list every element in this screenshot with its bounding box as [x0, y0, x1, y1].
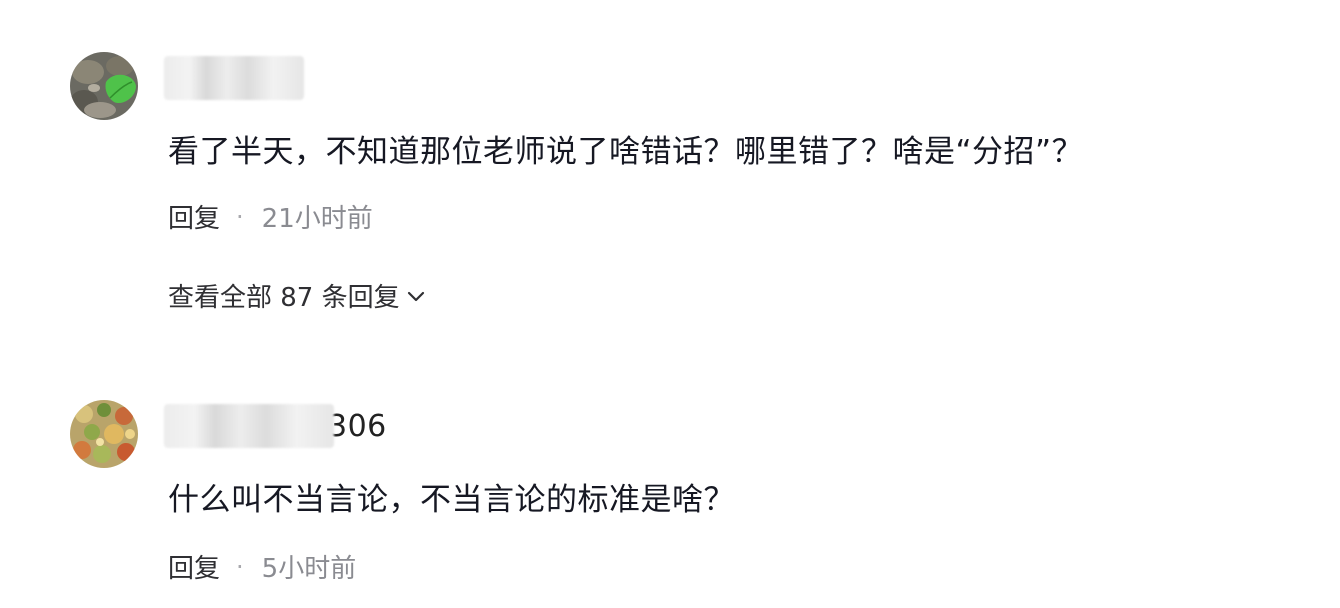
leaf-photo-avatar-icon — [70, 52, 138, 120]
timestamp: 21小时前 — [261, 204, 373, 234]
username-visible-part: 306 — [328, 408, 387, 444]
avatar[interactable] — [70, 52, 138, 120]
comment-meta: 回复 · 21小时前 — [168, 198, 373, 235]
comment-text: 看了半天，不知道那位老师说了啥错话？哪里错了？啥是“分招”？ — [168, 134, 1084, 170]
food-photo-avatar-icon — [70, 400, 138, 468]
username-redacted — [164, 56, 304, 100]
comment-meta: 回复 · 5小时前 — [168, 548, 356, 585]
reply-button[interactable]: 回复 — [168, 198, 220, 235]
timestamp: 5小时前 — [261, 554, 357, 584]
username-redacted — [164, 404, 334, 448]
username[interactable]: 306 — [164, 404, 387, 448]
comment-text: 什么叫不当言论，不当言论的标准是啥？ — [168, 482, 735, 518]
view-replies-label: 查看全部 87 条回复 — [168, 283, 400, 313]
view-all-replies-button[interactable]: 查看全部 87 条回复 — [168, 277, 426, 314]
username[interactable] — [164, 56, 304, 100]
avatar[interactable] — [70, 400, 138, 468]
separator-dot: · — [236, 552, 244, 581]
chevron-down-icon — [406, 289, 426, 303]
reply-button[interactable]: 回复 — [168, 548, 220, 585]
separator-dot: · — [236, 202, 244, 231]
